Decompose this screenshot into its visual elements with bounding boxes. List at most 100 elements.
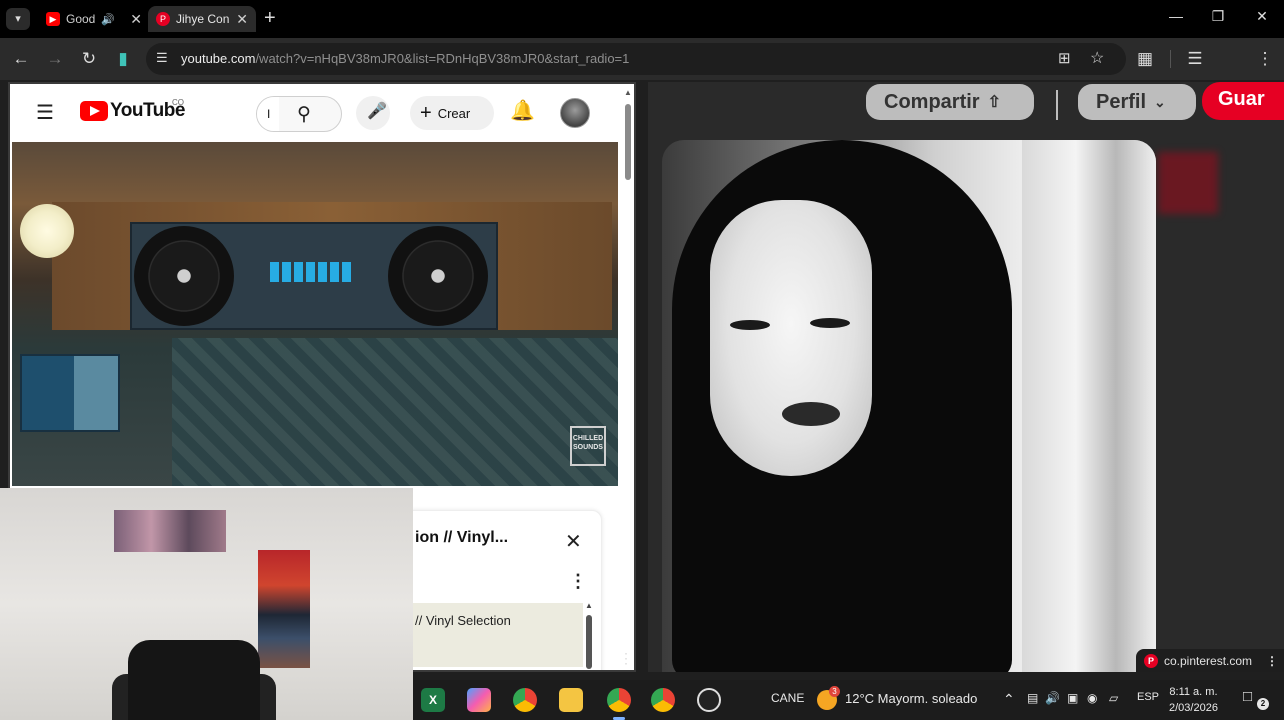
scrollbar-thumb[interactable] [586,615,592,669]
more-options-icon[interactable]: ⋮ [1266,654,1278,668]
edge-app-icon[interactable] [651,688,675,712]
playlist-item[interactable]: // Vinyl Selection [405,603,583,667]
youtube-logo-icon[interactable] [80,101,108,121]
scroll-up-icon[interactable]: ▲ [585,601,593,610]
forward-arrow-icon[interactable]: → [44,48,66,70]
weather-badge: 3 [829,686,840,697]
back-arrow-icon[interactable]: ← [10,48,32,70]
video-player[interactable]: CHILLED SOUNDS [12,142,618,486]
extensions-puzzle-icon[interactable]: ▦ [1134,48,1156,70]
youtube-header: ☰ YouTube CO ⚲ 🎤 + Crear 🔔 [10,84,620,140]
profile-label: Perfil [1096,90,1147,113]
tab-pinterest[interactable]: P Jihye Con ✕ [148,6,256,32]
video-watermark: CHILLED SOUNDS [570,426,606,466]
language-indicator[interactable]: ESP [1137,691,1159,703]
media-queue-icon[interactable]: ☰ [1184,48,1206,70]
chrome-profile-app-icon[interactable] [607,688,631,712]
url-text[interactable]: youtube.com/watch?v=nHqBV38mJR0&list=RDn… [181,51,629,66]
pin-eye-left [730,320,770,330]
pin-eye-right [810,318,850,328]
reload-icon[interactable]: ↻ [78,48,100,70]
tab-title: Jihye Con [176,12,230,26]
country-code: CO [172,98,184,107]
chrome-app-icon[interactable] [513,688,537,712]
share-icon: ⇧ [987,94,1001,111]
toolbar-divider [1170,50,1171,68]
tab-youtube[interactable]: ▶ Good 🔊 ✕ [38,6,150,32]
video-turntable-right [388,226,488,326]
playlist-panel: ion // Vinyl... ✕ ⋮ // Vinyl Selection ▲ [404,510,602,670]
restore-button[interactable]: ❐ [1206,8,1230,25]
copilot-app-icon[interactable] [467,688,491,712]
new-tab-button[interactable]: + [264,7,276,30]
pin-face [710,200,872,476]
video-laptop [20,354,120,432]
browser-menu-icon[interactable]: ⋮ [1254,48,1276,70]
pin-image[interactable] [662,140,1156,672]
chevron-down-icon: ⌄ [1154,93,1166,110]
create-button[interactable]: + Crear [410,96,494,130]
microphone-icon: 🎤 [367,103,387,120]
url-host: youtube.com [181,51,256,66]
bookmark-star-icon[interactable]: ☆ [1090,48,1104,68]
volume-icon[interactable]: 🔊 [1045,691,1060,705]
pinterest-icon: P [1144,654,1158,668]
youtube-favicon-icon: ▶ [46,12,60,26]
search-icon[interactable]: ⚲ [297,103,311,126]
sidebar-extension-icon[interactable]: ▮ [112,48,134,70]
webcam-overlay [0,488,413,720]
site-settings-icon[interactable]: ☰ [156,50,168,66]
close-window-button[interactable]: ✕ [1250,8,1274,25]
obs-app-icon[interactable] [697,688,721,712]
tab-title: Good [66,12,96,26]
network-icon[interactable]: ▤ [1027,691,1038,705]
video-mixer-lights [270,262,354,282]
page-scrollbar[interactable]: ▲ [624,88,632,668]
install-app-icon[interactable]: ⊞ [1058,49,1071,67]
pin-curtain [1022,140,1156,672]
search-box[interactable]: ⚲ [256,96,342,132]
avatar[interactable] [560,98,590,128]
share-label: Compartir [884,90,980,113]
notifications-icon[interactable]: □ 2 [1243,688,1269,710]
create-label: Crear [437,105,471,121]
screen: ▾ ▶ Good 🔊 ✕ P Jihye Con ✕ + — ❐ ✕ ← → ↻… [0,0,1284,720]
hamburger-menu-icon[interactable]: ☰ [36,100,54,125]
notifications-bell-icon[interactable]: 🔔 [510,98,535,128]
tab-close-icon[interactable]: ✕ [130,11,142,28]
chevron-up-icon[interactable]: ⌃ [1003,691,1015,708]
wall-painting [258,550,310,668]
weather-text[interactable]: 12°C Mayorm. soleado [845,691,977,706]
search-input[interactable] [257,97,279,131]
playlist-scrollbar[interactable]: ▲ [585,601,593,670]
meet-now-icon[interactable]: ▣ [1067,691,1078,705]
profile-button[interactable]: Perfil ⌄ [1078,84,1196,120]
scrollbar-thumb[interactable] [625,104,631,180]
tab-close-icon[interactable]: ✕ [236,11,248,28]
minimize-button[interactable]: — [1164,8,1188,24]
overflow-menu-icon[interactable]: ⋮ [619,650,633,667]
voice-search-button[interactable]: 🎤 [356,96,390,130]
scroll-up-icon[interactable]: ▲ [624,88,632,97]
file-explorer-icon[interactable] [559,688,583,712]
save-button[interactable]: Guar [1202,82,1284,120]
divider [1056,90,1058,120]
address-bar[interactable]: ☰ youtube.com/watch?v=nHqBV38mJR0&list=R… [146,43,1126,75]
video-turntable-left [134,226,234,326]
share-button[interactable]: Compartir ⇧ [866,84,1034,120]
pinterest-favicon-icon: P [156,12,170,26]
tab-search-button[interactable]: ▾ [6,8,30,30]
tab-strip: ▾ ▶ Good 🔊 ✕ P Jihye Con ✕ + — ❐ ✕ [0,0,1284,38]
playlist-title[interactable]: ion // Vinyl... [415,529,508,547]
vpn-icon[interactable]: ◉ [1087,691,1097,705]
url-path: /watch?v=nHqBV38mJR0&list=RDnHqBV38mJR0&… [255,51,630,66]
excel-app-icon[interactable]: X [421,688,445,712]
more-options-icon[interactable]: ⋮ [569,571,587,592]
weather-icon[interactable]: 3 [817,686,840,710]
playlist-item-title: // Vinyl Selection [415,613,511,628]
speaker-icon[interactable]: 🔊 [101,13,115,26]
shield-icon[interactable]: ▱ [1109,691,1118,705]
system-clock[interactable]: 8:11 a. m. 2/03/2026 [1169,684,1218,716]
close-icon[interactable]: ✕ [565,529,582,554]
chair-back [128,640,260,720]
